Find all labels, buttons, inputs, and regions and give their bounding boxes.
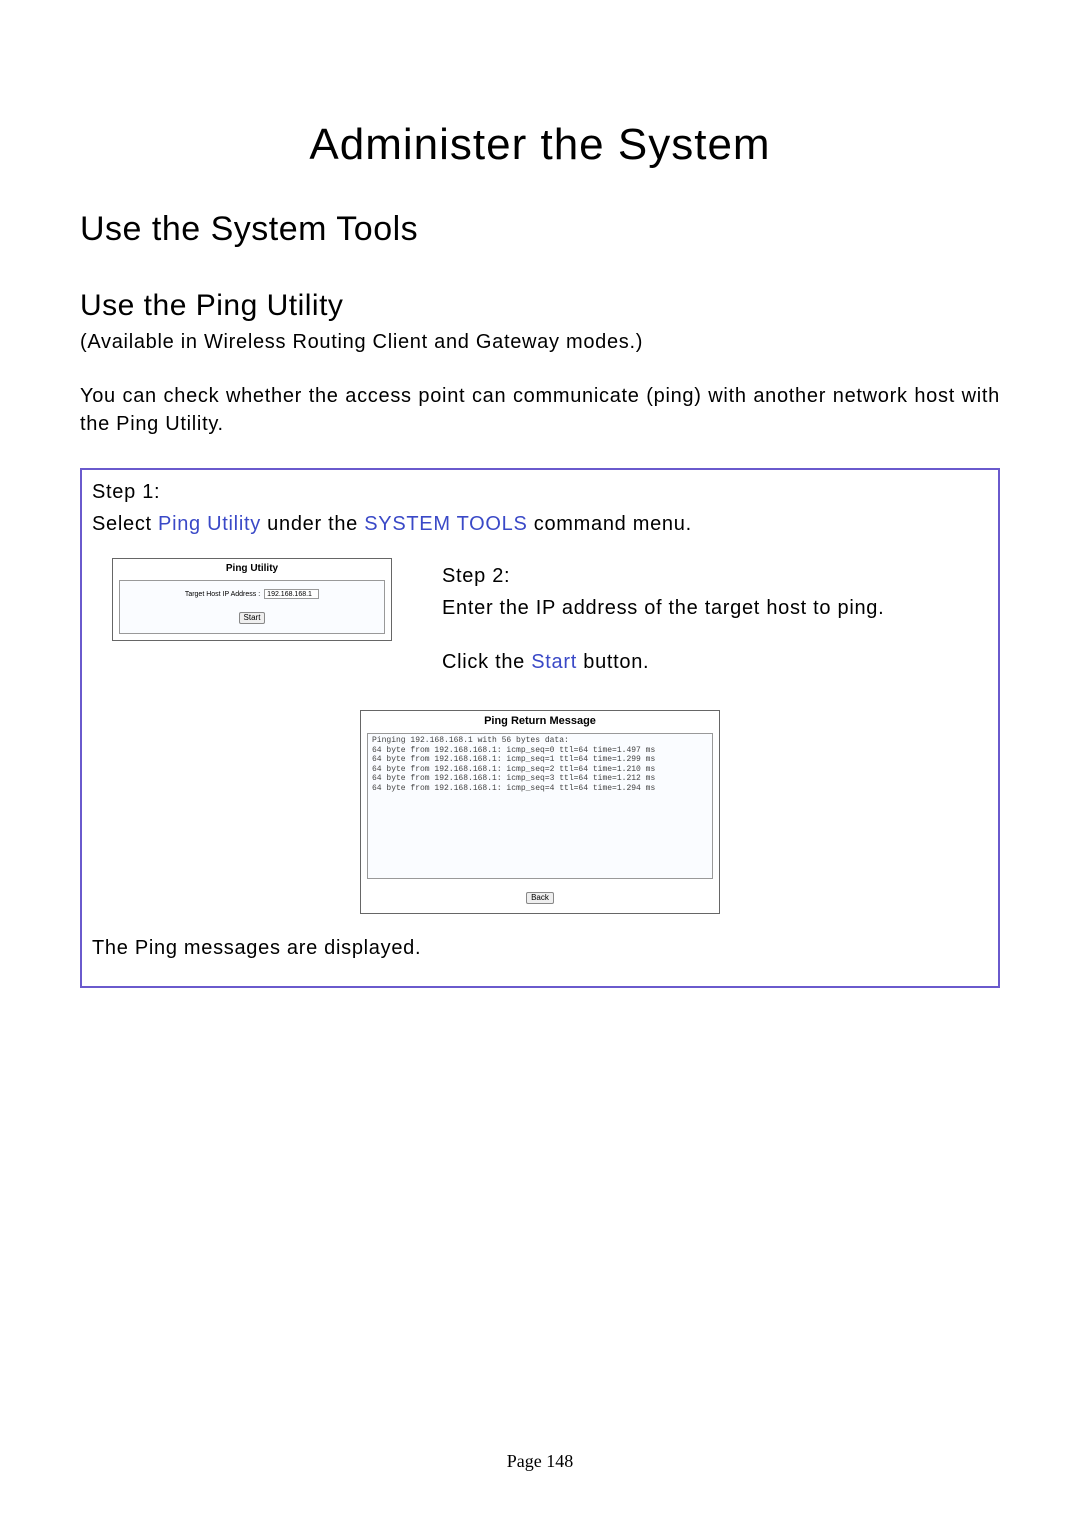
page-title: Administer the System: [80, 120, 1000, 170]
step-2-click: Click the Start button.: [442, 648, 988, 676]
steps-box: Step 1: Select Ping Utility under the SY…: [80, 468, 1000, 988]
step-1-text: Select Ping Utility under the SYSTEM TOO…: [92, 510, 988, 538]
step-1-label: Step 1:: [92, 478, 988, 506]
target-host-label: Target Host IP Address :: [185, 591, 260, 598]
page-number: Page 148: [0, 1451, 1080, 1472]
step-2-line1: Enter the IP address of the target host …: [442, 594, 988, 622]
availability-note: (Available in Wireless Routing Client an…: [80, 328, 1000, 356]
description-paragraph: You can check whether the access point c…: [80, 382, 1000, 438]
target-host-input[interactable]: [264, 589, 319, 599]
ping-return-panel: Ping Return Message Pinging 192.168.168.…: [360, 710, 720, 914]
section-heading: Use the System Tools: [80, 210, 1000, 249]
ping-utility-panel: Ping Utility Target Host IP Address : St…: [112, 558, 392, 641]
ping-utility-link: Ping Utility: [158, 513, 261, 535]
start-word: Start: [531, 651, 577, 673]
step-1-post: command menu.: [528, 513, 692, 535]
ping-utility-panel-title: Ping Utility: [113, 559, 391, 580]
system-tools-menu-name: SYSTEM TOOLS: [364, 513, 527, 535]
ping-output[interactable]: Pinging 192.168.168.1 with 56 bytes data…: [367, 733, 713, 879]
ping-displayed-note: The Ping messages are displayed.: [92, 934, 988, 962]
start-button[interactable]: Start: [239, 612, 266, 624]
click-post: button.: [577, 651, 649, 673]
click-pre: Click the: [442, 651, 531, 673]
subsection-heading: Use the Ping Utility: [80, 289, 1000, 323]
back-button[interactable]: Back: [526, 892, 554, 904]
ping-return-title: Ping Return Message: [361, 711, 719, 733]
step-1-mid: under the: [261, 513, 364, 535]
step-2-label: Step 2:: [442, 562, 988, 590]
step-1-pre: Select: [92, 513, 158, 535]
